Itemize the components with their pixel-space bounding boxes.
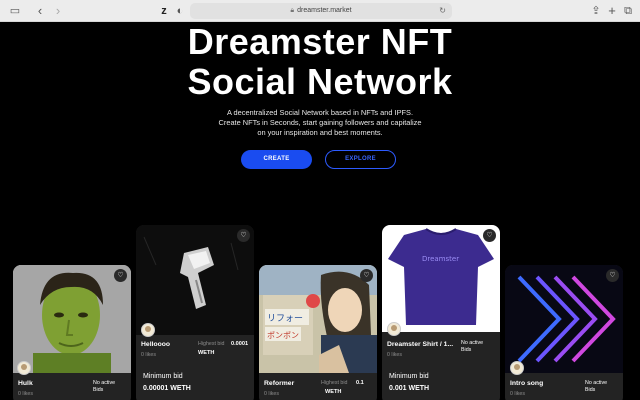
highest-bid-label: Highest bid bbox=[198, 341, 225, 347]
nft-image-helloooo bbox=[136, 225, 254, 335]
nft-name: Intro song bbox=[510, 380, 544, 387]
hero-title-line2: Social Network bbox=[187, 61, 453, 102]
bid-status-line1: No active bbox=[461, 340, 484, 346]
forward-icon[interactable]: › bbox=[52, 3, 64, 19]
nft-card-reformer[interactable]: リフォー ポンポン ♡ Reformer 0 likes Highest bid… bbox=[259, 265, 377, 400]
nft-name: Dreamster Shirt / 1... bbox=[387, 341, 454, 348]
nft-card-helloooo[interactable]: ♡ Helloooo 0 likes Highest bid 0.0001 WE… bbox=[136, 225, 254, 400]
nft-image-dreamster-shirt: Dreamster bbox=[382, 225, 500, 332]
svg-text:リフォー: リフォー bbox=[267, 314, 303, 324]
address-bar[interactable]: 🔒︎ dreamster.market ↻ bbox=[190, 3, 452, 19]
favorite-icon[interactable]: ♡ bbox=[114, 269, 127, 282]
nft-image-reformer: リフォー ポンポン bbox=[259, 265, 377, 373]
back-icon[interactable]: ‹ bbox=[34, 3, 46, 19]
bid-status: No active Bids bbox=[585, 380, 607, 394]
create-button[interactable]: CREATE bbox=[241, 150, 312, 169]
new-tab-icon[interactable]: + bbox=[606, 3, 618, 19]
likes-count: 0 likes bbox=[141, 352, 157, 358]
hero-subtitle-line3: on your inspiration and best moments. bbox=[257, 128, 383, 137]
likes-count: 0 likes bbox=[387, 352, 403, 358]
lock-icon: 🔒︎ bbox=[290, 7, 295, 14]
minimum-bid-label: Minimum bid bbox=[389, 373, 429, 380]
favorite-icon[interactable]: ♡ bbox=[360, 269, 373, 282]
nft-name: Helloooo bbox=[141, 341, 171, 348]
page-content: Dreamster NFT Social Network A decentral… bbox=[0, 22, 640, 400]
svg-text:ポンポン: ポンポン bbox=[267, 331, 299, 340]
shirt-logo-text: Dreamster bbox=[422, 255, 459, 263]
hero-subtitle-line1: A decentralized Social Network based in … bbox=[226, 108, 414, 117]
bid-status: No active Bids bbox=[461, 340, 483, 354]
likes-count: 0 likes bbox=[18, 391, 34, 397]
browser-toolbar: ▭ ‹ › z ◐ 🔒︎ dreamster.market ↻ ⇪ + ⧉ bbox=[0, 0, 640, 22]
avatar bbox=[510, 361, 524, 375]
avatar bbox=[387, 322, 401, 336]
favorite-icon[interactable]: ♡ bbox=[483, 229, 496, 242]
share-icon[interactable]: ⇪ bbox=[590, 3, 602, 19]
favorite-icon[interactable]: ♡ bbox=[606, 269, 619, 282]
hero-subtitle-line2: Create NFTs in Seconds, start gaining fo… bbox=[218, 118, 422, 127]
hero-title: Dreamster NFT Social Network bbox=[0, 22, 640, 102]
bid-status-line2: Bids bbox=[461, 347, 472, 353]
bid-status-line1: No active bbox=[585, 380, 608, 386]
extension-icon[interactable]: z bbox=[158, 3, 170, 19]
likes-count: 0 likes bbox=[264, 391, 280, 397]
nft-card-hulk[interactable]: ♡ Hulk 0 likes No active Bids bbox=[13, 265, 131, 400]
nft-image-intro-song bbox=[505, 265, 623, 373]
avatar bbox=[141, 323, 155, 337]
explore-button[interactable]: EXPLORE bbox=[325, 150, 396, 169]
nft-card-dreamster-shirt[interactable]: Dreamster ♡ Dreamster Shirt / 1... 0 lik… bbox=[382, 225, 500, 400]
highest-bid-value: 0.0001 bbox=[231, 341, 249, 347]
minimum-bid-value: 0.00001 WETH bbox=[143, 385, 191, 392]
highest-bid-label: Highest bid bbox=[321, 380, 348, 386]
minimum-bid-label: Minimum bid bbox=[143, 373, 183, 380]
avatar bbox=[17, 361, 31, 375]
bid-status-line2: Bids bbox=[585, 387, 596, 393]
highest-bid-currency: WETH bbox=[198, 350, 215, 356]
sidebar-toggle-icon[interactable]: ▭ bbox=[8, 3, 22, 19]
favorite-icon[interactable]: ♡ bbox=[237, 229, 250, 242]
nft-name: Reformer bbox=[264, 380, 295, 387]
privacy-shield-icon[interactable]: ◐ bbox=[174, 3, 186, 19]
nft-name: Hulk bbox=[18, 380, 33, 387]
reload-icon[interactable]: ↻ bbox=[439, 3, 446, 19]
minimum-bid-value: 0.001 WETH bbox=[389, 385, 430, 392]
highest-bid-value: 0.1 bbox=[356, 380, 364, 386]
highest-bid-currency: WETH bbox=[325, 389, 342, 395]
likes-count: 0 likes bbox=[510, 391, 526, 397]
nft-image-hulk bbox=[13, 265, 131, 373]
bid-status: No active Bids bbox=[93, 380, 115, 394]
hero-subtitle: A decentralized Social Network based in … bbox=[190, 108, 450, 138]
tab-overview-icon[interactable]: ⧉ bbox=[622, 3, 634, 19]
bid-status-line2: Bids bbox=[93, 387, 104, 393]
bid-status-line1: No active bbox=[93, 380, 116, 386]
url-text: dreamster.market bbox=[297, 7, 352, 14]
nft-card-intro-song[interactable]: ♡ Intro song 0 likes No active Bids bbox=[505, 265, 623, 400]
hero-title-line1: Dreamster NFT bbox=[187, 22, 453, 62]
